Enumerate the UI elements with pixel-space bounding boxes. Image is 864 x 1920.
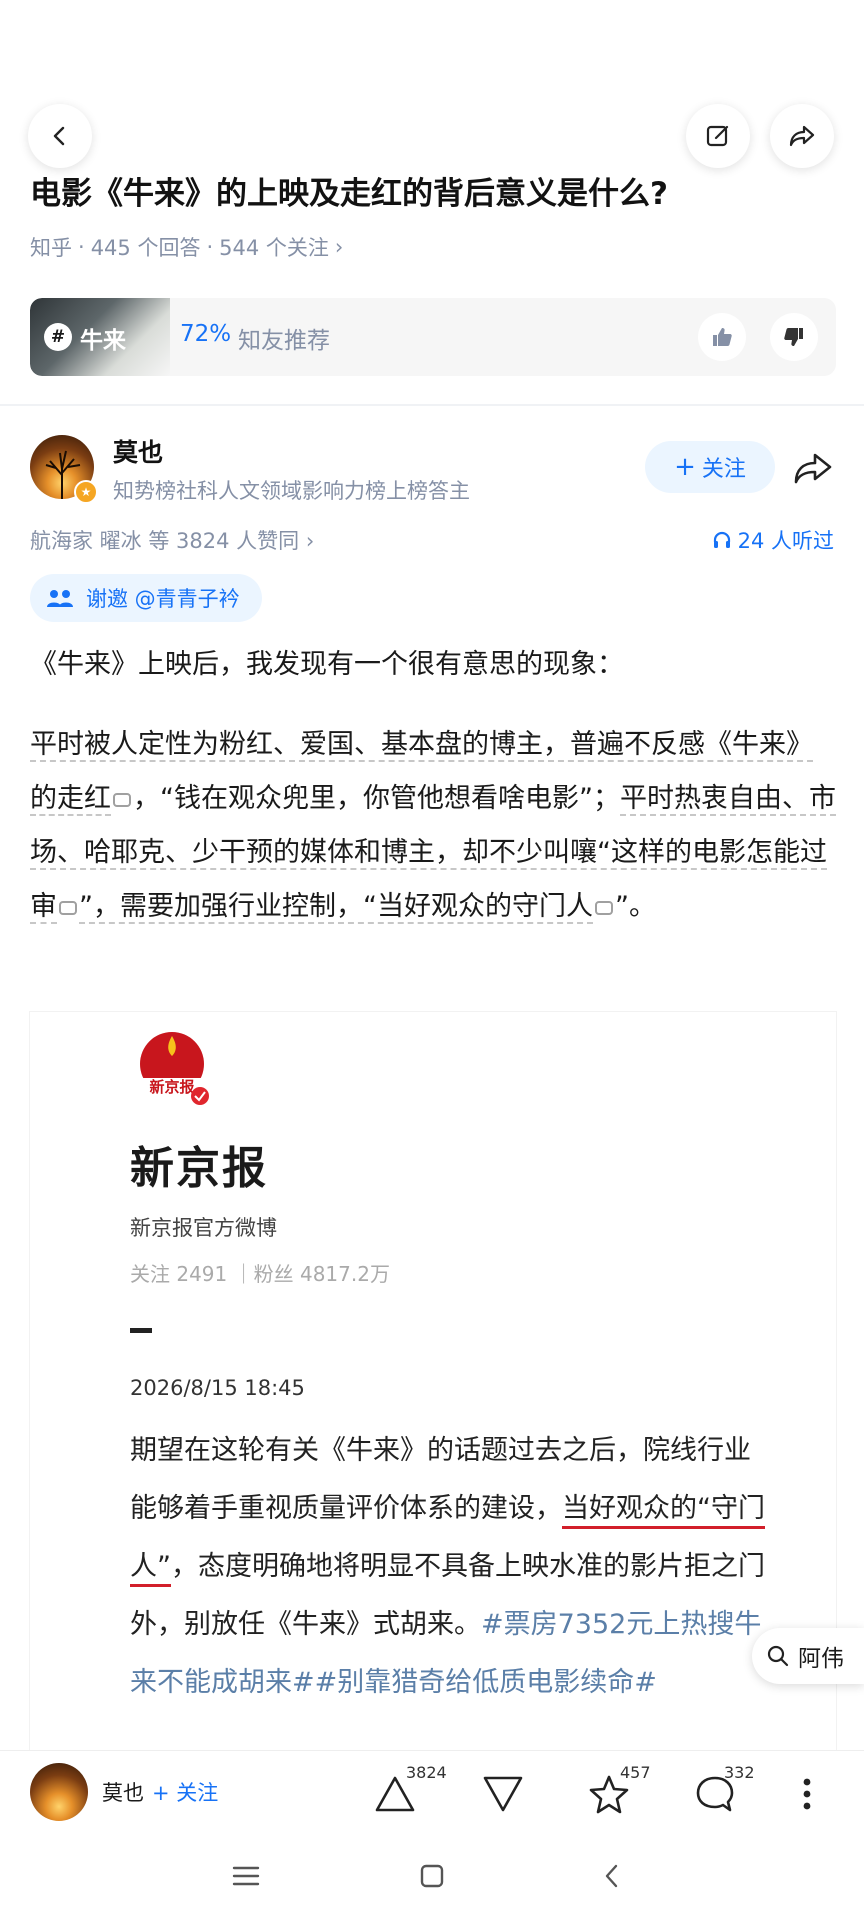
back-button[interactable] <box>28 104 92 168</box>
follow-button[interactable]: + 关注 <box>152 1777 218 1807</box>
screenshot-content: 新京报 新京报 新京报官方微博 关注 2491 ｜粉丝 4817.2万 2026… <box>80 1012 786 1752</box>
system-nav-bar <box>0 1832 864 1920</box>
share-icon <box>789 125 815 147</box>
search-bubble[interactable]: 阿伟 <box>752 1628 864 1684</box>
chevron-left-icon <box>605 1864 618 1888</box>
recommend-percent: 72% <box>180 321 232 347</box>
share-answer-button[interactable] <box>790 448 836 488</box>
follower-count: 544 个关注 <box>219 236 329 260</box>
edit-icon <box>706 125 729 147</box>
home-button[interactable] <box>410 1854 454 1898</box>
follow-button[interactable]: + 关注 <box>645 441 775 493</box>
follow-label: 关注 <box>701 457 746 482</box>
answer-count: 445 个回答 <box>90 236 201 260</box>
author-bio: 知势榜社科人文领域影响力榜上榜答主 <box>113 479 470 503</box>
topic-card[interactable]: # 牛来 72% 知友推荐 <box>30 298 836 376</box>
square-icon <box>420 1864 444 1888</box>
system-back-button[interactable] <box>590 1854 634 1898</box>
menu-lines-icon <box>232 1866 260 1886</box>
invite-chip[interactable]: 谢邀 @青青子衿 <box>30 574 262 622</box>
search-bubble-label: 阿伟 <box>798 1646 844 1672</box>
question-meta[interactable]: 知乎 · 445 个回答 · 544 个关注 › <box>30 232 343 262</box>
thumbs-up-icon <box>713 328 732 346</box>
author-name[interactable]: 莫也 <box>102 1777 144 1807</box>
answer-text: ，“钱在观众兜里，你管他想看啥电影”； <box>133 783 620 814</box>
question-source: 知乎 <box>30 236 72 260</box>
verified-badge-icon: ★ <box>74 480 98 504</box>
meta-separator: · <box>78 235 85 259</box>
thumbs-up-button[interactable] <box>698 313 746 361</box>
comment-icon[interactable] <box>113 792 131 807</box>
recommend-label: 知友推荐 <box>238 328 330 354</box>
chevron-right-icon: › <box>334 235 344 259</box>
question-title[interactable]: 电影《牛来》的上映及走红的背后意义是什么? <box>30 172 840 216</box>
account-subtitle: 新京报官方微博 <box>130 1216 277 1240</box>
post-timestamp: 2026/8/15 18:45 <box>130 1376 305 1400</box>
answer-paragraph-2: 平时被人定性为粉红、爱国、基本盘的博主，普遍不反感《牛来》的走红 ，“钱在观众兜里… <box>30 718 836 934</box>
share-button[interactable] <box>770 104 834 168</box>
search-icon <box>767 1645 789 1667</box>
headphones-icon <box>713 531 730 548</box>
edit-answer-button[interactable] <box>686 104 750 168</box>
post-body: 期望在这轮有关《牛来》的话题过去之后，院线行业能够着手重视质量评价体系的建设，当… <box>130 1422 770 1712</box>
more-button[interactable] <box>782 1769 832 1819</box>
author-name[interactable]: 莫也 <box>113 433 163 469</box>
share-icon <box>794 453 832 484</box>
downvote-triangle-icon <box>483 1776 523 1812</box>
invite-label: 谢邀 @青青子衿 <box>86 587 240 611</box>
listen-label: 24 人听过 <box>737 529 834 553</box>
section-divider <box>0 404 864 406</box>
plus-icon: + <box>674 452 696 482</box>
downvote-button[interactable] <box>478 1769 528 1819</box>
logo-text: 新京报 <box>149 1078 194 1096</box>
thumbs-down-button[interactable] <box>770 313 818 361</box>
newspaper-logo-icon: 新京报 <box>140 1032 209 1105</box>
topic-name[interactable]: 牛来 <box>80 321 126 355</box>
thumbs-down-icon <box>784 328 803 346</box>
listen-count[interactable]: 24 人听过 <box>712 525 834 555</box>
comment-count: 332 <box>724 1763 755 1782</box>
bottom-action-bar: 莫也 + 关注 3824 457 332 <box>0 1750 864 1832</box>
answer-paragraph-1: 《牛来》上映后，我发现有一个很有意思的现象： <box>30 649 624 680</box>
hashtag-icon: # <box>44 323 72 351</box>
meta-separator: · <box>206 235 214 259</box>
author-avatar[interactable] <box>30 1763 88 1821</box>
people-icon <box>47 590 73 607</box>
recent-apps-button[interactable] <box>224 1854 268 1898</box>
chevron-left-icon <box>53 126 65 146</box>
embedded-screenshot[interactable]: 新京报 新京报 新京报官方微博 关注 2491 ｜粉丝 4817.2万 2026… <box>30 1012 836 1752</box>
more-vertical-icon <box>803 1778 811 1810</box>
comment-icon[interactable] <box>59 900 77 915</box>
answer-text: ”。 <box>614 891 656 922</box>
annotated-text[interactable]: ”，需要加强行业控制，“当好观众的守门人 <box>79 891 593 924</box>
dash-divider <box>130 1328 152 1333</box>
favorite-count: 457 <box>620 1763 651 1782</box>
comment-icon[interactable] <box>594 900 613 915</box>
account-name: 新京报 <box>130 1143 268 1194</box>
account-stats: 关注 2491 ｜粉丝 4817.2万 <box>130 1262 390 1286</box>
upvoters-line[interactable]: 航海家 曜冰 等 3824 人赞同 › <box>30 525 314 555</box>
upvote-count: 3824 <box>406 1763 447 1782</box>
